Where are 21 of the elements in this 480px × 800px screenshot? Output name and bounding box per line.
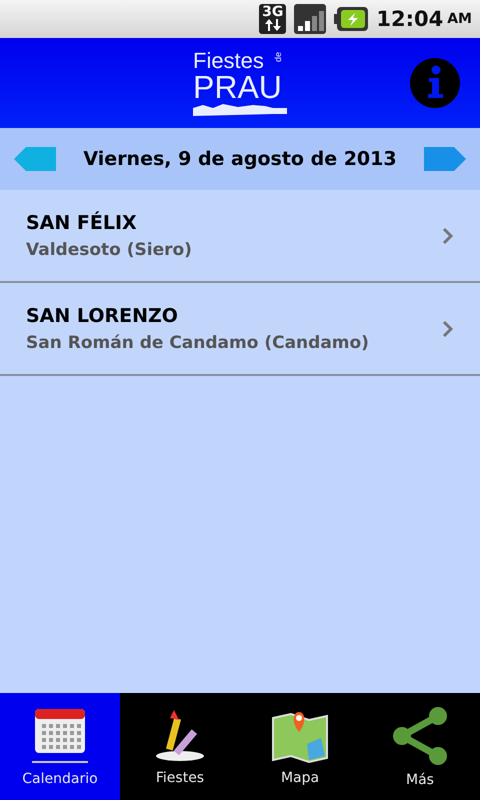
info-icon[interactable] xyxy=(410,58,460,108)
chevron-right-icon xyxy=(442,226,454,244)
battery-icon xyxy=(334,7,368,31)
share-icon xyxy=(390,706,450,766)
right-arrow-icon[interactable] xyxy=(424,146,466,172)
network-type-icon: 3G xyxy=(259,4,286,34)
event-place: Valdesoto (Siero) xyxy=(26,240,192,260)
calendar-icon xyxy=(32,706,88,764)
tab[interactable]: Calendario xyxy=(0,693,120,800)
clock-meridiem: AM xyxy=(447,11,472,27)
event-name: SAN LORENZO xyxy=(26,304,179,326)
event-place: San Román de Candamo (Candamo) xyxy=(26,332,369,352)
chevron-right-icon xyxy=(442,320,454,338)
logo-title: Fiestes xyxy=(193,50,264,72)
left-arrow-icon[interactable] xyxy=(14,146,56,172)
logo-subtitle: PRAU xyxy=(193,72,282,102)
clock-time: 12:04 xyxy=(376,7,444,31)
event-name: SAN FÉLIX xyxy=(26,212,138,234)
date-title: Viernes, 9 de agosto de 2013 xyxy=(83,148,397,170)
signal-icon xyxy=(294,4,326,34)
logo-small-text: de xyxy=(273,52,283,62)
